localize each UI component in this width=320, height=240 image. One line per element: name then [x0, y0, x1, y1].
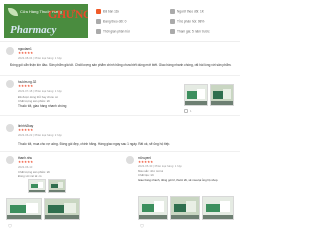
- logo-brand-name: GHƯNG: [48, 7, 88, 21]
- review-meta: 2023-06-22 | Phân loại hàng: 2 hộp: [18, 133, 62, 137]
- avatar: [6, 80, 14, 88]
- review-item: ngoclam1 ★★★★★ 2023-08-04 | Phân loại hà…: [0, 44, 240, 76]
- review-attr: Đúng với mô tả: có: [18, 174, 42, 178]
- shop-info-followers: Người theo dõi: 1K: [170, 9, 204, 14]
- review-photo[interactable]: [184, 84, 208, 106]
- shop-info-label: Tỉ lệ phản hồi: 98%: [177, 19, 205, 24]
- shop-info-label: Tham gia: 5 năm trước: [177, 29, 210, 34]
- review-stars: ★★★★★: [18, 51, 34, 55]
- cart-icon: [96, 9, 101, 14]
- review-meta: 2023-06-10: [18, 165, 33, 169]
- logo-brand-sub: Pharmacy: [10, 24, 57, 36]
- review-stars: ★★★★★: [18, 84, 34, 88]
- following-icon: [96, 19, 101, 24]
- chat-icon: [170, 19, 175, 24]
- shop-info-label: Đã bán 11k: [103, 9, 120, 14]
- clock-icon: [96, 29, 101, 34]
- review-stars: ★★★★★: [18, 128, 34, 132]
- avatar: [6, 47, 14, 55]
- shop-info-label: Đang theo dõi: 0: [103, 19, 127, 24]
- review-photo[interactable]: [28, 179, 46, 193]
- heart-icon[interactable]: [8, 224, 12, 228]
- review-item: nt.huyenl ★★★★★ 2023-05-30 | Phân loại h…: [120, 152, 240, 198]
- avatar: [6, 124, 14, 132]
- shop-info-response-time: Thời gian phản hồi: [96, 29, 130, 34]
- review-item: ha.kim.ng.32 ★★★★★ 2023-07-18 | Phân loạ…: [0, 76, 240, 116]
- calendar-icon: [170, 29, 175, 34]
- review-photo[interactable]: [44, 198, 80, 220]
- review-attr: Chất lượng sản phẩm: tốt: [18, 99, 50, 103]
- review-text: Giao hàng nhanh, đóng gói kĩ, thuốc tốt,…: [138, 178, 219, 182]
- leaf-icon: [8, 8, 18, 16]
- review-meta: 2023-07-18 | Phân loại hàng: 1 hộp: [18, 89, 62, 93]
- review-photo[interactable]: [202, 196, 234, 220]
- review-meta: 2023-08-04 | Phân loại hàng: 1 hộp: [18, 56, 62, 60]
- like-icon[interactable]: [184, 109, 188, 113]
- shop-info-sold: Đã bán 11k: [96, 9, 119, 14]
- review-stars: ★★★★★: [18, 160, 34, 164]
- review-photo[interactable]: [170, 196, 200, 220]
- shop-info-joined: Tham gia: 5 năm trước: [170, 29, 210, 34]
- review-text: Thuốc tốt, mua cho vợ uống. Đóng gói đẹp…: [18, 142, 171, 146]
- review-photo[interactable]: [6, 198, 42, 220]
- review-text: Đóng gói cẩn thận kín đáo. Sản phẩm giá …: [10, 63, 232, 67]
- shop-logo[interactable]: Cửa Hàng Thuốc Hưng GHƯNG Pharmacy: [4, 4, 88, 38]
- review-attr: Chất liệu: tốt: [138, 173, 154, 177]
- shop-info-response-rate: Tỉ lệ phản hồi: 98%: [170, 19, 204, 24]
- review-text: Thuốc tốt, giao hàng nhanh chóng: [18, 104, 67, 108]
- shop-info-label: Thời gian phản hồi: [103, 29, 130, 34]
- review-meta: 2023-05-30 | Phân loại hàng: 1 hộp: [138, 164, 182, 168]
- review-item: linhhh2kay ★★★★★ 2023-06-22 | Phân loại …: [0, 118, 240, 152]
- review-photo[interactable]: [210, 84, 234, 106]
- avatar: [126, 156, 134, 164]
- heart-icon[interactable]: [140, 224, 144, 228]
- like-count: 1: [190, 109, 192, 113]
- avatar: [6, 156, 14, 164]
- review-item: thanh.nhu ★★★★★ 2023-06-10 Chất lượng sả…: [0, 152, 120, 198]
- users-icon: [170, 9, 175, 14]
- review-photo[interactable]: [48, 179, 66, 193]
- shop-info-label: Người theo dõi: 1K: [177, 9, 204, 14]
- review-photo[interactable]: [138, 196, 168, 220]
- shop-header: Cửa Hàng Thuốc Hưng GHƯNG Pharmacy Đã bá…: [0, 0, 240, 42]
- shop-info-following: Đang theo dõi: 0: [96, 19, 126, 24]
